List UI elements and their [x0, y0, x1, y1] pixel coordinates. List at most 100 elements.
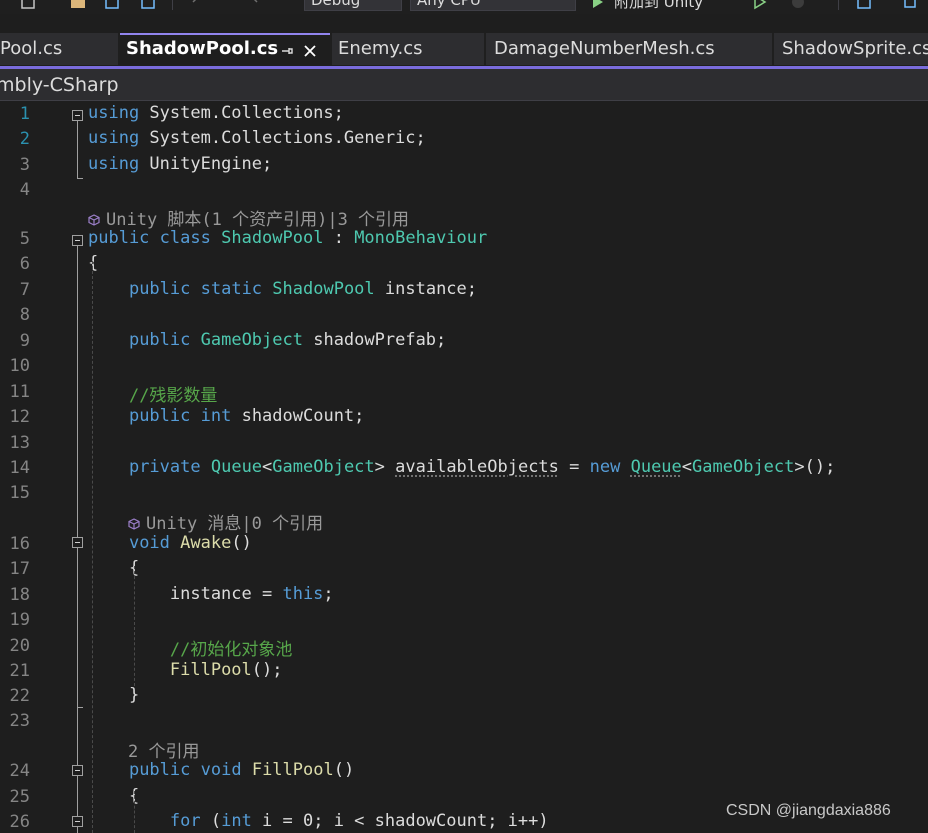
code-line[interactable]: 22 }	[0, 684, 928, 709]
code-line[interactable]: 18 instance = this;	[0, 583, 928, 608]
line-number: 23	[0, 711, 30, 731]
code-text[interactable]: private Queue<GameObject> availableObjec…	[88, 457, 835, 477]
code-token: (	[201, 811, 221, 831]
code-text[interactable]: {	[88, 786, 139, 806]
code-text[interactable]: {	[88, 253, 98, 273]
code-line[interactable]: 2 using System.Collections.Generic;	[0, 127, 928, 152]
code-token: availableObjects	[395, 457, 559, 477]
codelens-hint[interactable]: Unity 消息|0 个引用	[0, 506, 928, 531]
code-text[interactable]: using UnityEngine;	[88, 154, 272, 174]
code-line[interactable]: 14 private Queue<GameObject> availableOb…	[0, 456, 928, 481]
code-token	[620, 457, 630, 477]
code-token: instance;	[375, 279, 477, 299]
tab-label: ShadowPool.cs	[126, 35, 278, 63]
code-token: ShadowPool	[272, 279, 374, 299]
folder-icon[interactable]	[70, 0, 86, 10]
code-line[interactable]: 21 FillPool();	[0, 659, 928, 684]
browser-link-icon[interactable]	[856, 0, 872, 10]
code-text[interactable]: //初始化对象池	[88, 635, 292, 660]
code-token	[88, 279, 129, 299]
codelens-label[interactable]: Unity 消息|0 个引用	[146, 514, 323, 534]
close-icon[interactable]	[302, 43, 318, 59]
tab-shadowsprite[interactable]: ShadowSprite.cs	[774, 33, 928, 65]
code-line[interactable]: 11 //残影数量	[0, 380, 928, 405]
code-line[interactable]: 23	[0, 709, 928, 734]
code-line[interactable]: 5 public class ShadowPool : MonoBehaviour	[0, 227, 928, 252]
code-token	[88, 640, 170, 660]
code-token: FillPool	[252, 760, 334, 780]
code-text[interactable]: using System.Collections.Generic;	[88, 128, 426, 148]
attach-to-unity-button[interactable]: 附加到 Unity	[614, 0, 703, 12]
code-text[interactable]: }	[88, 685, 139, 705]
code-line[interactable]: 12 public int shadowCount;	[0, 405, 928, 430]
code-line[interactable]: 8	[0, 303, 928, 328]
code-line[interactable]: 20 //初始化对象池	[0, 634, 928, 659]
document-tab-bar: Pool.cs ShadowPool.cs Enemy.cs DamageNum…	[0, 33, 928, 67]
code-text[interactable]: //残影数量	[88, 381, 217, 406]
code-text[interactable]: public int shadowCount;	[88, 406, 364, 426]
code-token: this	[282, 584, 323, 604]
run-without-debug-icon[interactable]	[752, 0, 768, 10]
code-line[interactable]: 19	[0, 608, 928, 633]
code-token: public	[129, 406, 190, 426]
code-line[interactable]: 15	[0, 481, 928, 506]
code-token: UnityEngine;	[139, 154, 272, 174]
tab-pool[interactable]: Pool.cs	[0, 33, 118, 65]
code-line[interactable]: 4	[0, 178, 928, 203]
save-icon[interactable]	[104, 0, 120, 10]
redo-icon[interactable]	[244, 0, 260, 10]
code-token	[88, 533, 129, 553]
tab-enemy[interactable]: Enemy.cs	[332, 33, 484, 65]
code-line[interactable]: 9 public GameObject shadowPrefab;	[0, 329, 928, 354]
code-text[interactable]: public class ShadowPool : MonoBehaviour	[88, 228, 487, 248]
code-line[interactable]: 10	[0, 354, 928, 379]
code-token	[88, 760, 129, 780]
code-token: class	[160, 228, 211, 248]
code-token: System.Collections.Generic;	[139, 128, 426, 148]
live-share-icon[interactable]	[902, 0, 918, 10]
line-number: 7	[0, 280, 30, 300]
toolbar: Debug Any CPU 附加到 Unity	[0, 0, 928, 14]
play-icon[interactable]	[590, 0, 606, 10]
collapse-usings-icon[interactable]	[72, 110, 83, 121]
code-line[interactable]: 17 {	[0, 557, 928, 582]
code-text[interactable]: for (int i = 0; i < shadowCount; i++)	[88, 811, 549, 831]
pin-icon[interactable]	[280, 44, 294, 58]
tab-damagenumbermesh[interactable]: DamageNumberMesh.cs	[486, 33, 772, 65]
platform-select[interactable]: Any CPU	[410, 0, 576, 11]
collapse-class-icon[interactable]	[72, 235, 83, 246]
collapse-fillpool-icon[interactable]	[72, 765, 83, 776]
configuration-select[interactable]: Debug	[304, 0, 402, 11]
codelens-text[interactable]: Unity 消息|0 个引用	[128, 509, 323, 534]
codelens-hint[interactable]: 2 个引用	[0, 734, 928, 759]
undo-icon[interactable]	[190, 0, 206, 10]
code-line[interactable]: 6{	[0, 252, 928, 277]
code-token	[242, 760, 252, 780]
code-line[interactable]: 7 public static ShadowPool instance;	[0, 278, 928, 303]
codelens-hint[interactable]: Unity 脚本(1 个资产引用)|3 个引用	[0, 202, 928, 227]
code-token	[201, 457, 211, 477]
code-line[interactable]: 16 void Awake()	[0, 532, 928, 557]
code-text[interactable]: FillPool();	[88, 660, 283, 680]
tab-shadowpool[interactable]: ShadowPool.cs	[120, 33, 330, 67]
code-line[interactable]: 13	[0, 431, 928, 456]
code-editor[interactable]: 1 using System.Collections; 2 using System.…	[0, 101, 928, 833]
code-text[interactable]: {	[88, 558, 139, 578]
code-text[interactable]: public void FillPool()	[88, 760, 354, 780]
code-line[interactable]: 1 using System.Collections;	[0, 102, 928, 127]
collapse-for-icon[interactable]	[72, 816, 83, 827]
code-line[interactable]: 3 using UnityEngine;	[0, 153, 928, 178]
record-icon[interactable]	[790, 0, 806, 10]
code-text[interactable]: instance = this;	[88, 584, 334, 604]
project-dropdown[interactable]: mbly-CSharp	[0, 74, 119, 96]
code-line[interactable]: 24 public void FillPool()	[0, 759, 928, 784]
code-text[interactable]: using System.Collections;	[88, 103, 344, 123]
code-token	[190, 330, 200, 350]
code-text[interactable]: void Awake()	[88, 533, 252, 553]
watermark: CSDN @jiangdaxia886	[726, 802, 891, 820]
collapse-awake-icon[interactable]	[72, 537, 83, 548]
solution-explorer-icon[interactable]	[20, 0, 36, 10]
code-text[interactable]: public static ShadowPool instance;	[88, 279, 477, 299]
code-text[interactable]: public GameObject shadowPrefab;	[88, 330, 446, 350]
save-all-icon[interactable]	[140, 0, 156, 10]
